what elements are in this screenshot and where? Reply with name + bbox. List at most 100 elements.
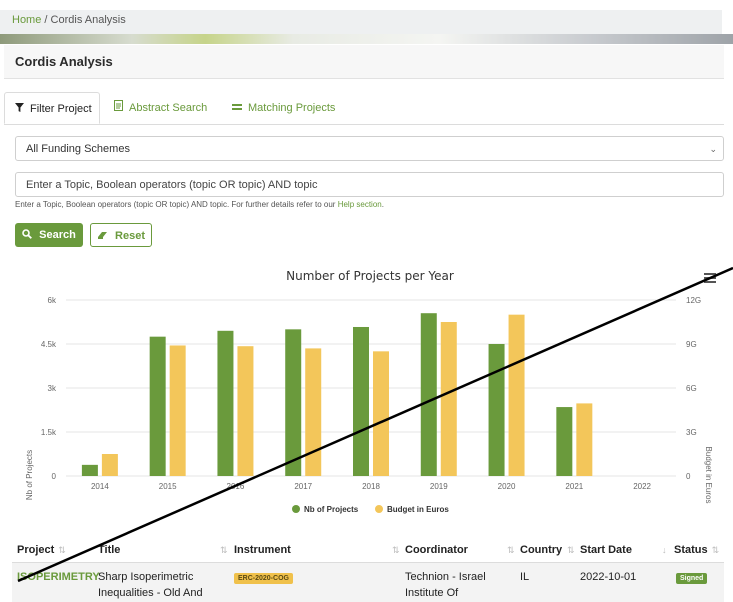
- help-text-body: Enter a Topic, Boolean operators (topic …: [15, 200, 336, 209]
- legend-marker-budget: [375, 505, 383, 513]
- x-tick-label: 2017: [294, 482, 312, 491]
- status-badge: Signed: [676, 573, 708, 584]
- help-section-link[interactable]: Help section: [338, 200, 382, 209]
- sort-icon: ⇅: [711, 545, 720, 555]
- status-cell: Signed: [676, 569, 708, 585]
- chart-title: Number of Projects per Year: [286, 269, 454, 283]
- bar-projects-2020[interactable]: [488, 344, 505, 476]
- title-line: Inequalities - Old And: [98, 587, 203, 599]
- y-left-tick-label: 3k: [48, 384, 57, 393]
- bar-budget-2021[interactable]: [576, 403, 593, 476]
- x-tick-label: 2015: [159, 482, 177, 491]
- breadcrumb-current: Cordis Analysis: [50, 14, 126, 26]
- bar-projects-2015[interactable]: [149, 336, 166, 476]
- bar-projects-2021[interactable]: [556, 407, 573, 476]
- column-header-title[interactable]: Title: [98, 544, 120, 556]
- reset-button[interactable]: Reset: [90, 223, 152, 247]
- y-right-tick-label: 3G: [686, 428, 697, 437]
- x-tick-label: 2016: [227, 482, 245, 491]
- bar-budget-2019[interactable]: [440, 322, 457, 476]
- sort-icon: ↓: [662, 545, 667, 555]
- title-line: Sharp Isoperimetric: [98, 571, 194, 583]
- bar-budget-2014[interactable]: [101, 454, 118, 476]
- sort-icon: ⇅: [392, 545, 400, 555]
- help-text-end: .: [381, 200, 384, 209]
- x-tick-label: 2018: [362, 482, 380, 491]
- document-icon: [114, 92, 123, 124]
- y-left-tick-label: 1.5k: [41, 428, 57, 437]
- funding-scheme-select[interactable]: All Funding Schemes ⌄: [15, 136, 724, 161]
- bar-projects-2019[interactable]: [420, 313, 437, 476]
- breadcrumb-separator: /: [44, 14, 48, 26]
- page-title: Cordis Analysis: [4, 45, 724, 79]
- chevron-down-icon: ⌄: [709, 144, 717, 154]
- tab-label: Matching Projects: [248, 102, 336, 114]
- tab-filter-project[interactable]: Filter Project: [4, 92, 100, 124]
- chart-menu-icon[interactable]: [704, 273, 716, 285]
- y-axis-left-label: Nb of Projects: [25, 450, 34, 500]
- bar-budget-2018[interactable]: [373, 351, 389, 476]
- help-text: Enter a Topic, Boolean operators (topic …: [15, 200, 384, 209]
- instrument-cell: ERC-2020-COG: [234, 569, 293, 585]
- bar-budget-2016[interactable]: [237, 346, 254, 476]
- sort-icon: ⇅: [567, 545, 575, 555]
- column-header-country[interactable]: Country: [520, 544, 562, 556]
- reset-button-label: Reset: [115, 230, 146, 242]
- x-tick-label: 2021: [565, 482, 583, 491]
- bar-projects-2018[interactable]: [353, 326, 369, 476]
- search-button[interactable]: Search: [15, 223, 83, 247]
- country-cell: IL: [520, 571, 530, 583]
- y-right-tick-label: 0: [686, 472, 691, 481]
- column-header-instrument[interactable]: Instrument: [234, 544, 291, 556]
- bar-projects-2014[interactable]: [81, 464, 98, 476]
- bar-budget-2015[interactable]: [169, 345, 186, 476]
- legend-label-budget[interactable]: Budget in Euros: [387, 505, 449, 514]
- funding-scheme-value: All Funding Schemes: [26, 143, 130, 155]
- column-header-coordinator[interactable]: Coordinator: [405, 544, 468, 556]
- table-row[interactable]: ISOPERIMETRY Sharp Isoperimetric Inequal…: [12, 563, 724, 602]
- y-left-tick-label: 0: [52, 472, 57, 481]
- column-header-project[interactable]: Project ⇅: [17, 544, 66, 556]
- x-tick-label: 2022: [633, 482, 651, 491]
- tab-abstract-search[interactable]: Abstract Search: [104, 92, 217, 124]
- column-header-status[interactable]: Status ⇅: [674, 544, 719, 556]
- filter-icon: [15, 93, 24, 125]
- y-right-tick-label: 6G: [686, 384, 697, 393]
- coordinator-cell: Technion - Israel Institute Of: [405, 569, 486, 601]
- sort-icon: ⇅: [220, 545, 228, 555]
- tab-matching-projects[interactable]: Matching Projects: [222, 92, 345, 124]
- legend-label-projects[interactable]: Nb of Projects: [304, 505, 359, 514]
- y-left-tick-label: 6k: [48, 296, 57, 305]
- coordinator-line: Institute Of: [405, 587, 459, 599]
- list-icon: [232, 92, 242, 124]
- y-left-tick-label: 4.5k: [41, 340, 57, 349]
- instrument-badge: ERC-2020-COG: [234, 573, 293, 584]
- breadcrumb: Home / Cordis Analysis: [0, 10, 722, 34]
- tab-label: Abstract Search: [129, 102, 208, 114]
- project-title: Sharp Isoperimetric Inequalities - Old A…: [98, 569, 203, 601]
- coordinator-line: Technion - Israel: [405, 571, 486, 583]
- tab-bar: Filter Project Abstract Search Matching …: [4, 92, 724, 125]
- tab-label: Filter Project: [30, 103, 92, 115]
- x-tick-label: 2014: [91, 482, 109, 491]
- header-banner-image: [0, 34, 733, 44]
- y-right-tick-label: 12G: [686, 296, 701, 305]
- search-button-label: Search: [39, 229, 76, 241]
- x-tick-label: 2020: [498, 482, 516, 491]
- y-axis-right-label: Budget in Euros: [704, 447, 713, 504]
- column-header-start-date[interactable]: Start Date: [580, 544, 632, 556]
- eraser-icon: [97, 230, 115, 242]
- project-acronym-link[interactable]: ISOPERIMETRY: [17, 569, 100, 585]
- sort-icon: ⇅: [58, 545, 66, 555]
- bar-projects-2017[interactable]: [285, 329, 302, 476]
- topic-search-input[interactable]: [15, 172, 724, 197]
- table-header-row: Project ⇅ Title ⇅ Instrument ⇅ Coordinato…: [12, 540, 724, 563]
- search-icon: [22, 229, 39, 241]
- bar-projects-2016[interactable]: [217, 330, 234, 476]
- breadcrumb-home-link[interactable]: Home: [12, 14, 41, 26]
- legend-marker-projects: [292, 505, 300, 513]
- start-date-cell: 2022-10-01: [580, 571, 637, 583]
- bar-budget-2020[interactable]: [508, 314, 525, 476]
- y-right-tick-label: 9G: [686, 340, 697, 349]
- bar-budget-2017[interactable]: [305, 348, 322, 476]
